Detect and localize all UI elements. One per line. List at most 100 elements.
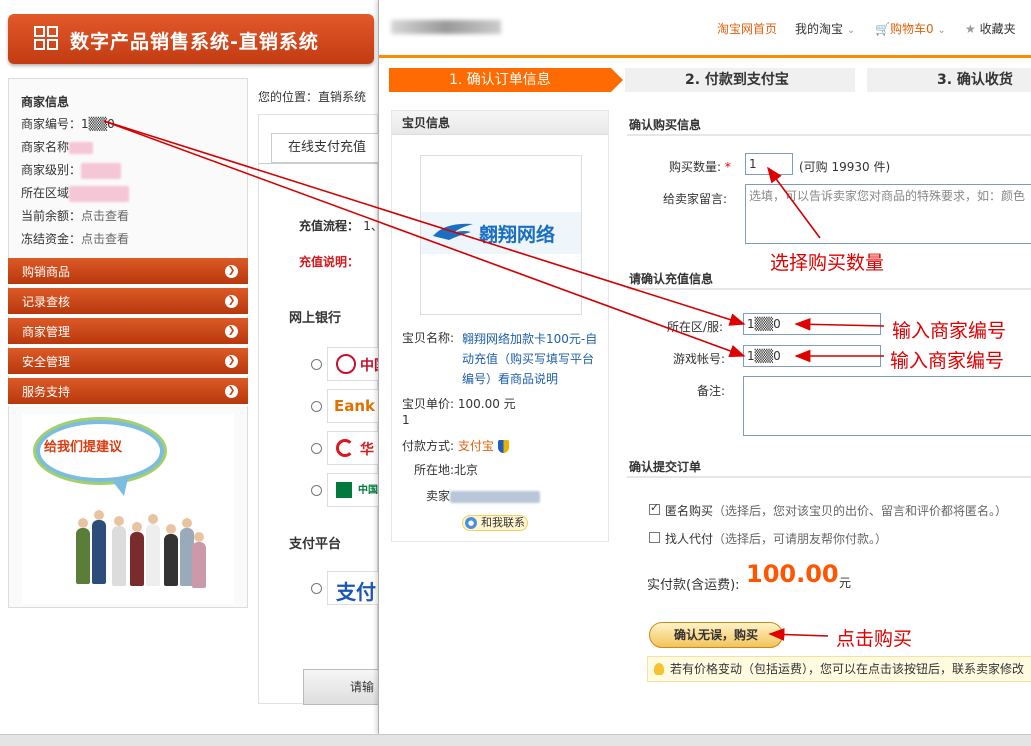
seller-message-textarea[interactable]: 选填，可以告诉卖家您对商品的特殊要求，如：颜色: [745, 184, 1031, 244]
product-name-link[interactable]: 翱翔网络加款卡100元-自动充值（购买写填写平台编号）看商品说明: [462, 329, 602, 389]
balance-row: 当前余额：点击查看: [21, 209, 130, 223]
order-steps: 1. 确认订单信息 2. 付款到支付宝 3. 确认收货: [389, 68, 1031, 92]
browser-status-bar: [0, 734, 1031, 746]
account-label: 游戏帐号:: [673, 352, 726, 366]
step-confirm-receipt: 3. 确认收货: [867, 68, 1031, 92]
server-label: 所在区/服:: [667, 320, 724, 334]
merchant-name-row: 商家名称: [21, 138, 94, 155]
bank-radio[interactable]: [311, 443, 322, 454]
annotation-input-merchant-2: 输入商家编号: [890, 350, 1005, 372]
actual-payment-label: 实付款(含运费):: [647, 578, 740, 593]
view-balance-link[interactable]: 点击查看: [81, 209, 129, 223]
cart-icon: 🛒: [875, 22, 890, 36]
chevron-down-icon: ❯: [225, 385, 238, 398]
taobao-home-link[interactable]: 淘宝网首页: [717, 20, 777, 37]
redacted-blur: [81, 162, 122, 179]
buy-info-title: 确认购买信息: [627, 114, 1031, 136]
taobao-topbar: 淘宝网首页 我的淘宝 ⌄ 🛒购物车0 ⌄ ★ 收藏夹: [379, 0, 1031, 58]
chevron-down-icon: ❯: [225, 265, 238, 278]
server-input[interactable]: 1▒▒0: [743, 313, 881, 335]
system-title: 数字产品销售系统-直销系统: [70, 31, 319, 53]
product-logo-text: 翱翔网络: [479, 224, 556, 246]
message-label: 给卖家留言:: [663, 192, 728, 206]
chevron-down-icon: ❯: [225, 355, 238, 368]
lightbulb-icon: [654, 663, 664, 675]
step-pay-alipay: 2. 付款到支付宝: [625, 68, 855, 92]
chevron-down-icon: ❯: [225, 325, 238, 338]
merchant-region-row: 所在区域: [21, 184, 130, 202]
qty-available-hint: (可购 19930 件): [799, 160, 891, 174]
confirm-purchase-button[interactable]: 确认无误，购买: [649, 622, 783, 648]
actual-payment-amount: 100.00: [746, 560, 839, 588]
system-header: 数字产品销售系统-直销系统: [8, 14, 374, 64]
suggestion-text: 给我们提建议: [44, 440, 123, 455]
menu-security[interactable]: 安全管理 ❯: [8, 348, 248, 376]
menu-records[interactable]: 记录查核 ❯: [8, 288, 248, 316]
unit-price: 宝贝单价: 100.00 元: [402, 397, 516, 411]
grid-logo-icon: [34, 26, 60, 52]
chat-icon: ●: [465, 517, 477, 529]
view-frozen-link[interactable]: 点击查看: [81, 232, 129, 246]
redacted-blur: [69, 141, 94, 154]
online-bank-label: 网上银行: [289, 311, 342, 326]
redacted-blur: [69, 185, 130, 202]
my-taobao-link[interactable]: 我的淘宝 ⌄: [795, 20, 855, 37]
chevron-down-icon: ❯: [225, 295, 238, 308]
quantity-input[interactable]: 1: [745, 153, 793, 175]
wing-logo-icon: [433, 223, 473, 240]
price-change-tip: 若有价格变动（包括运费），您可以在点击该按钮后，联系卖家修改: [647, 656, 1031, 682]
remark-label: 备注:: [697, 384, 726, 398]
menu-purchase[interactable]: 购销商品 ❯: [8, 258, 248, 286]
star-icon: ★: [965, 22, 976, 36]
product-image[interactable]: 翱翔网络: [420, 155, 582, 315]
screenshot-root: 数字产品销售系统-直销系统 商家信息 商家编号：1▒▒0 商家名称 商家级别： …: [0, 0, 1031, 746]
cart-link[interactable]: 🛒购物车0 ⌄: [875, 20, 946, 37]
amount-unit: 元: [839, 576, 852, 590]
submit-order-title: 确认提交订单: [627, 456, 1031, 478]
item-location: 所在地:北京: [414, 463, 479, 477]
breadcrumb: 您的位置：直销系统: [258, 90, 367, 104]
security-shield-icon: [497, 440, 509, 453]
note-label: 充值说明：: [299, 255, 360, 269]
recharge-panel: 在线支付充值 充值流程： 1、 充值说明： 网上银行 中国 Eank 华 中国 …: [258, 114, 407, 705]
anonymous-label: 匿名购买（选择后，您对该宝贝的出价、留言和评价都将匿名。）: [665, 504, 1008, 518]
item-info-panel: 宝贝信息 翱翔网络 宝贝名称: 翱翔网络加款卡100元-自动充值（购买写填写平台…: [391, 110, 609, 542]
bank-radio[interactable]: [311, 359, 322, 370]
remark-textarea[interactable]: [743, 376, 1031, 436]
flow-label: 充值流程： 1、: [299, 219, 383, 233]
sales-system-page: 数字产品销售系统-直销系统 商家信息 商家编号：1▒▒0 商家名称 商家级别： …: [0, 0, 407, 746]
chevron-down-icon: ⌄: [846, 25, 856, 36]
menu-support[interactable]: 服务支持 ❯: [8, 378, 248, 406]
merchant-id-value: 1▒▒0: [81, 117, 115, 131]
merchant-info-title: 商家信息: [21, 95, 70, 109]
annotation-select-qty: 选择购买数量: [770, 252, 885, 274]
platform-radio[interactable]: [311, 583, 322, 594]
account-input[interactable]: 1▒▒0: [743, 345, 881, 367]
qty-label: 购买数量: *: [669, 160, 731, 174]
contact-seller-button[interactable]: ● 和我联系: [462, 515, 528, 531]
proxy-pay-checkbox[interactable]: [649, 532, 660, 543]
tab-online-recharge[interactable]: 在线支付充值: [271, 133, 391, 163]
ccb-icon: [336, 439, 354, 457]
annotation-input-merchant-1: 输入商家编号: [892, 320, 1007, 342]
suggestion-banner[interactable]: 给我们提建议: [22, 414, 234, 604]
pay-platform-label: 支付平台: [289, 537, 342, 552]
redacted-username: [391, 20, 501, 34]
submit-recharge-button[interactable]: 请输: [303, 669, 383, 705]
merchant-level-row: 商家级别：: [21, 161, 122, 179]
item-info-title: 宝贝信息: [392, 111, 608, 135]
boc-icon: [336, 354, 356, 374]
menu-merchant-mgmt[interactable]: 商家管理 ❯: [8, 318, 248, 346]
proxy-pay-label: 找人代付（选择后，可请朋友帮你付款。）: [665, 532, 888, 546]
favorites-link[interactable]: ★ 收藏夹: [965, 20, 1016, 37]
annotation-click-buy: 点击购买: [836, 628, 913, 650]
frozen-funds-row: 冻结资金：点击查看: [21, 232, 130, 246]
bank-radio[interactable]: [311, 485, 322, 496]
anonymous-checkbox[interactable]: [649, 501, 660, 515]
chevron-down-icon: ⌄: [937, 25, 946, 36]
redacted-seller: [450, 490, 541, 503]
merchant-id-row: 商家编号：1▒▒0: [21, 117, 115, 131]
postal-icon: [336, 482, 352, 498]
seller-row: 卖家: [426, 487, 541, 504]
bank-radio[interactable]: [311, 401, 322, 412]
